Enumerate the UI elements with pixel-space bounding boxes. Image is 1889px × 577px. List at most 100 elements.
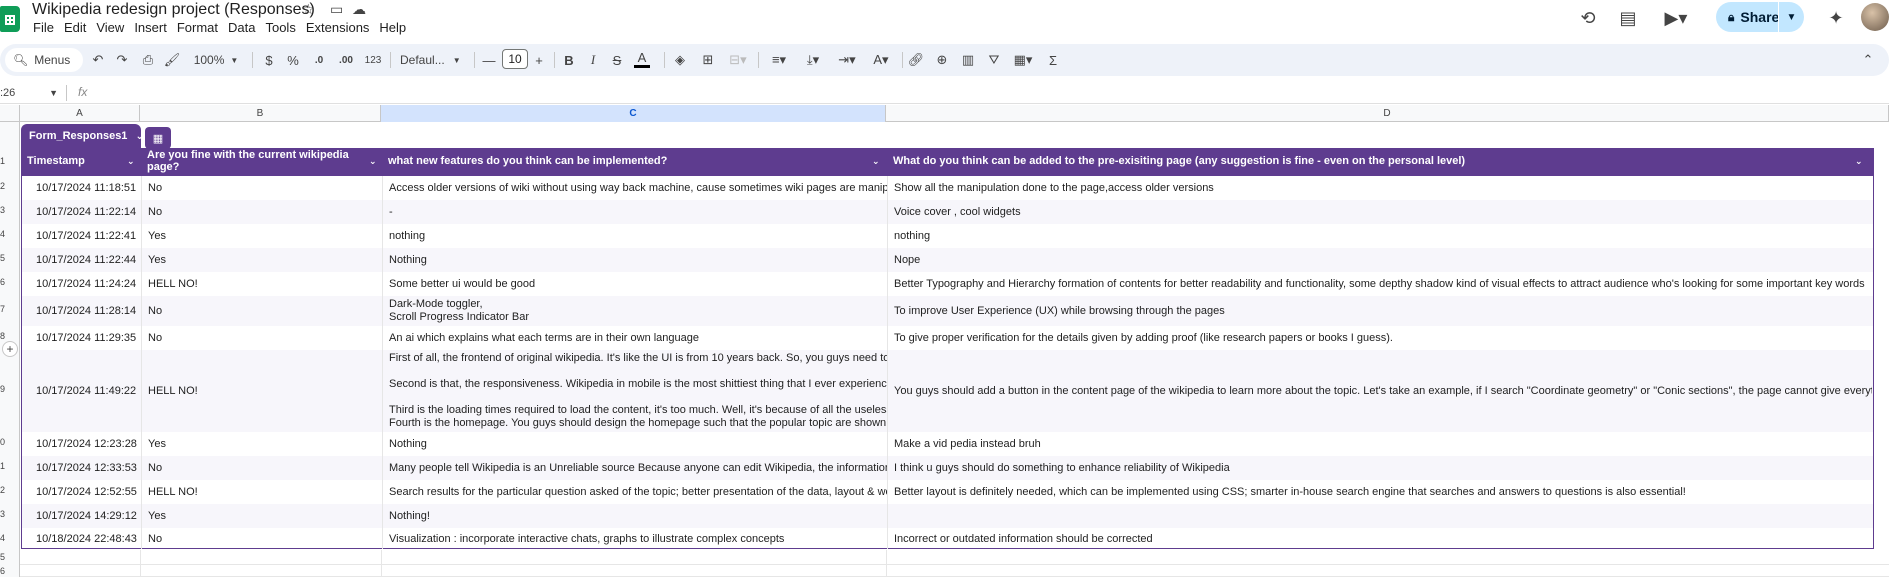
- cell-fine[interactable]: No: [148, 200, 382, 224]
- menu-tools[interactable]: Tools: [260, 20, 300, 35]
- menu-format[interactable]: Format: [172, 20, 223, 35]
- cell-added[interactable]: I think u guys should do something to en…: [894, 456, 1872, 480]
- cell-fine[interactable]: No: [148, 176, 382, 200]
- cell-features[interactable]: nothing: [389, 224, 887, 248]
- column-header-a[interactable]: A: [20, 105, 140, 122]
- cloud-status-icon[interactable]: ☁: [352, 1, 366, 18]
- cell-fine[interactable]: Yes: [148, 432, 382, 456]
- cell-timestamp[interactable]: 10/17/2024 11:18:51: [36, 176, 142, 200]
- table-row[interactable]: 10/17/2024 11:22:41 Yes nothing nothing: [22, 224, 1873, 248]
- row-header[interactable]: 0: [0, 430, 20, 454]
- share-dropdown-icon[interactable]: ▼: [1778, 2, 1804, 32]
- comments-icon[interactable]: ▤: [1614, 4, 1642, 32]
- cell-timestamp[interactable]: 10/18/2024 22:48:43: [36, 528, 142, 549]
- cell-features[interactable]: -: [389, 200, 887, 224]
- cell-features[interactable]: Some better ui would be good: [389, 272, 887, 296]
- menu-view[interactable]: View: [91, 20, 129, 35]
- table-row[interactable]: 10/17/2024 11:22:44 Yes Nothing Nope: [22, 248, 1873, 272]
- italic-button[interactable]: I: [586, 50, 600, 70]
- menu-edit[interactable]: Edit: [59, 20, 91, 35]
- cell-fine[interactable]: No: [148, 296, 382, 326]
- share-button[interactable]: 🔒︎ Share ▼: [1716, 2, 1804, 32]
- borders-icon[interactable]: ⊞: [700, 50, 716, 70]
- cell-added[interactable]: Nope: [894, 248, 1872, 272]
- row-header[interactable]: 1: [0, 148, 20, 174]
- insert-comment-icon[interactable]: ⊕: [934, 50, 950, 70]
- horizontal-align-icon[interactable]: ≡▾: [766, 50, 792, 70]
- text-rotation-icon[interactable]: A▾: [868, 50, 894, 70]
- filter-views-icon[interactable]: ▦▾: [1010, 50, 1036, 70]
- select-all-corner[interactable]: [0, 105, 20, 122]
- gemini-icon[interactable]: ✦: [1822, 4, 1850, 32]
- row-header[interactable]: 4: [0, 222, 20, 246]
- header-timestamp[interactable]: Timestamp ⌄: [27, 148, 137, 174]
- cell-fine[interactable]: No: [148, 528, 382, 549]
- version-history-icon[interactable]: ⟲: [1574, 4, 1602, 32]
- cell-timestamp[interactable]: 10/17/2024 12:33:53: [36, 456, 142, 480]
- bold-button[interactable]: B: [562, 50, 576, 70]
- text-color-button[interactable]: A: [634, 50, 650, 68]
- menu-file[interactable]: File: [28, 20, 59, 35]
- cell-added[interactable]: [894, 504, 1872, 528]
- menus-search[interactable]: 🔍︎ Menus: [5, 48, 83, 72]
- header-new-features[interactable]: what new features do you think can be im…: [388, 148, 886, 174]
- table-row[interactable]: 10/17/2024 11:18:51 No Access older vers…: [22, 176, 1873, 200]
- column-header-d[interactable]: D: [886, 105, 1889, 122]
- functions-button[interactable]: Σ: [1046, 50, 1060, 70]
- table-row[interactable]: 10/17/2024 11:29:35 No An ai which expla…: [22, 326, 1873, 350]
- cell-added[interactable]: To improve User Experience (UX) while br…: [894, 296, 1872, 326]
- header-additions[interactable]: What do you think can be added to the pr…: [893, 148, 1873, 174]
- cell-timestamp[interactable]: 10/17/2024 11:28:14: [36, 296, 142, 326]
- cell-features[interactable]: Dark-Mode toggler, Scroll Progress Indic…: [389, 296, 887, 326]
- percent-format-button[interactable]: %: [286, 50, 300, 70]
- cell-added[interactable]: Better Typography and Hierarchy formatio…: [894, 272, 1872, 296]
- chevron-down-icon[interactable]: ⌄: [135, 131, 143, 142]
- cell-fine[interactable]: HELL NO!: [148, 480, 382, 504]
- meet-icon[interactable]: ▶▾: [1658, 4, 1694, 32]
- cell-added[interactable]: Voice cover , cool widgets: [894, 200, 1872, 224]
- cell-fine[interactable]: Yes: [148, 504, 382, 528]
- row-header[interactable]: 6: [0, 564, 20, 577]
- more-formats-button[interactable]: 123: [364, 50, 382, 70]
- menu-data[interactable]: Data: [223, 20, 260, 35]
- collapse-toolbar-icon[interactable]: ⌃: [1860, 50, 1876, 70]
- fill-color-icon[interactable]: ◈: [672, 50, 688, 70]
- row-header[interactable]: 4: [0, 526, 20, 550]
- column-header-c[interactable]: C: [381, 105, 886, 122]
- font-family-select[interactable]: Defaul... ▼: [400, 50, 466, 70]
- cell-timestamp[interactable]: 10/17/2024 11:22:41: [36, 224, 142, 248]
- row-header[interactable]: 9: [0, 348, 20, 430]
- cell-features[interactable]: Nothing: [389, 432, 887, 456]
- menu-insert[interactable]: Insert: [129, 20, 172, 35]
- cell-features[interactable]: Nothing: [389, 248, 887, 272]
- folder-icon[interactable]: ▭: [330, 1, 343, 18]
- cell-timestamp[interactable]: 10/17/2024 11:24:24: [36, 272, 142, 296]
- cell-added[interactable]: You guys should add a button in the cont…: [894, 350, 1872, 432]
- column-header-b[interactable]: B: [140, 105, 381, 122]
- cell-features[interactable]: Many people tell Wikipedia is an Unrelia…: [389, 456, 887, 480]
- cell-features[interactable]: First of all, the frontend of original w…: [389, 350, 887, 432]
- row-header[interactable]: 6: [0, 270, 20, 294]
- table-view-icon[interactable]: ▦: [145, 127, 171, 149]
- cell-features[interactable]: Access older versions of wiki without us…: [389, 176, 887, 200]
- table-row[interactable]: 10/17/2024 14:29:12 Yes Nothing!: [22, 504, 1873, 528]
- row-header[interactable]: 3: [0, 198, 20, 222]
- cell-added[interactable]: Incorrect or outdated information should…: [894, 528, 1872, 549]
- table-row[interactable]: 10/17/2024 12:33:53 No Many people tell …: [22, 456, 1873, 480]
- row-header[interactable]: 7: [0, 294, 20, 324]
- add-row-icon[interactable]: +: [2, 341, 18, 357]
- table-row[interactable]: 10/17/2024 11:49:22 HELL NO! First of al…: [22, 350, 1873, 432]
- cell-features[interactable]: An ai which explains what each terms are…: [389, 326, 887, 350]
- row-header[interactable]: 2: [0, 174, 20, 198]
- table-name-tab[interactable]: Form_Responses1 ⌄: [21, 124, 144, 148]
- vertical-align-icon[interactable]: ⤓▾: [800, 50, 826, 70]
- cell-features[interactable]: Visualization : incorporate interactive …: [389, 528, 887, 549]
- table-row[interactable]: 10/17/2024 12:52:55 HELL NO! Search resu…: [22, 480, 1873, 504]
- row-header[interactable]: 1: [0, 454, 20, 478]
- cell-added[interactable]: Show all the manipulation done to the pa…: [894, 176, 1872, 200]
- increase-decimal-button[interactable]: .00: [336, 50, 356, 70]
- cell-fine[interactable]: HELL NO!: [148, 272, 382, 296]
- cell-added[interactable]: Make a vid pedia instead bruh: [894, 432, 1872, 456]
- chevron-down-icon[interactable]: ⌄: [127, 156, 135, 167]
- table-row[interactable]: 10/17/2024 11:22:14 No - Voice cover , c…: [22, 200, 1873, 224]
